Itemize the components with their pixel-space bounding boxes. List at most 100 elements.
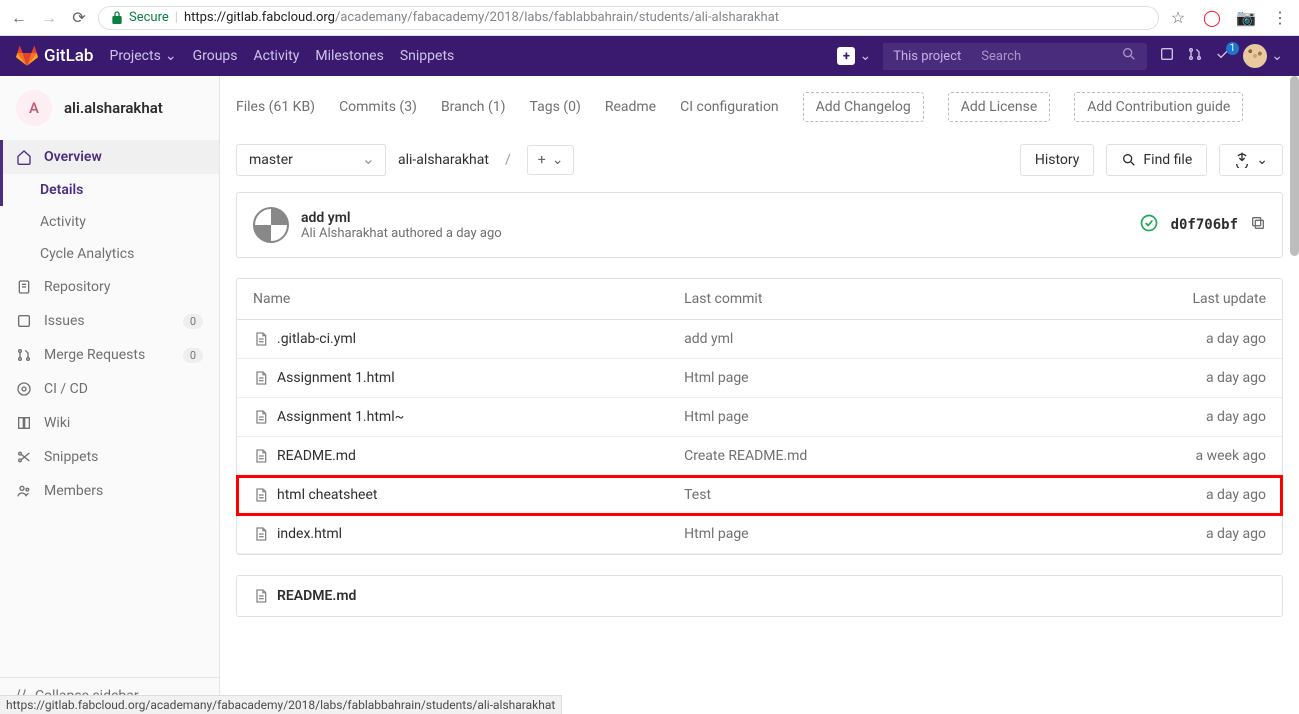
sidebar-project-header[interactable]: A ali.alsharakhat (0, 76, 219, 140)
sidebar-sub-details[interactable]: Details (0, 174, 219, 206)
last-commit-cell[interactable]: Html page (668, 515, 1033, 554)
user-menu[interactable]: ⌄ (1243, 44, 1283, 68)
chevron-down-icon: ⌄ (552, 152, 564, 168)
nav-groups[interactable]: Groups (193, 48, 238, 64)
pipeline-status-icon[interactable] (1139, 213, 1159, 238)
file-icon (253, 331, 269, 347)
last-commit-cell[interactable]: Test (668, 476, 1033, 515)
secure-indicator: Secure (109, 10, 169, 26)
sidebar-item-merge-requests[interactable]: Merge Requests 0 (0, 338, 219, 372)
file-name-cell[interactable]: Assignment 1.html~ (253, 409, 652, 425)
commit-sha[interactable]: d0f706bf (1171, 217, 1238, 233)
last-commit-cell[interactable]: Html page (668, 359, 1033, 398)
file-name-cell[interactable]: README.md (253, 448, 652, 464)
sidebar-sub-activity[interactable]: Activity (0, 206, 219, 238)
file-icon (253, 370, 269, 386)
scissors-icon (16, 449, 32, 465)
search-icon[interactable] (1111, 46, 1147, 66)
sidebar-item-cicd[interactable]: CI / CD (0, 372, 219, 406)
commit-title[interactable]: add yml (301, 210, 502, 226)
plus-icon: + (538, 152, 546, 168)
sidebar-item-label: Repository (44, 279, 110, 295)
scrollbar-thumb[interactable] (1290, 76, 1299, 256)
sidebar-item-members[interactable]: Members (0, 474, 219, 508)
download-dropdown[interactable]: ⌄ (1219, 144, 1283, 176)
merge-requests-icon[interactable] (1187, 46, 1203, 66)
tab-tags[interactable]: Tags (0) (530, 99, 581, 115)
find-file-button[interactable]: Find file (1106, 144, 1207, 176)
search-input[interactable] (971, 43, 1111, 70)
opera-extension-icon[interactable]: ◯ (1201, 7, 1223, 29)
sidebar-sub-cycle-analytics[interactable]: Cycle Analytics (0, 238, 219, 270)
sidebar-item-issues[interactable]: Issues 0 (0, 304, 219, 338)
readme-panel: README.md (236, 575, 1283, 617)
camera-icon[interactable]: 📷 (1235, 7, 1257, 29)
secure-label: Secure (129, 10, 169, 25)
forward-button[interactable]: → (38, 7, 60, 29)
add-license-button[interactable]: Add License (948, 92, 1050, 122)
download-icon (1234, 152, 1250, 168)
table-row[interactable]: .gitlab-ci.ymladd ymla day ago (237, 320, 1282, 359)
breadcrumb[interactable]: ali-alsharakhat (398, 152, 489, 168)
table-row[interactable]: Assignment 1.html~Html pagea day ago (237, 398, 1282, 437)
col-name: Name (237, 279, 668, 320)
table-row[interactable]: README.md Create README.mda week ago (237, 437, 1282, 476)
file-name-cell[interactable]: index.html (253, 526, 652, 542)
address-bar[interactable]: Secure | https://gitlab.fabcloud.org/aca… (98, 6, 1159, 30)
file-name-cell[interactable]: html cheatsheet (253, 487, 652, 503)
readme-header[interactable]: README.md (237, 576, 1282, 616)
last-commit-cell[interactable]: Html page (668, 398, 1033, 437)
sidebar-item-wiki[interactable]: Wiki (0, 406, 219, 440)
nav-snippets[interactable]: Snippets (400, 48, 454, 64)
tab-branch[interactable]: Branch (1) (441, 99, 506, 115)
add-file-dropdown[interactable]: +⌄ (527, 145, 575, 175)
last-commit-cell[interactable]: Create README.md (668, 437, 1033, 476)
tab-ci[interactable]: CI configuration (680, 99, 779, 115)
add-contribution-button[interactable]: Add Contribution guide (1074, 92, 1243, 122)
gitlab-navbar: GitLab Projects ⌄ Groups Activity Milest… (0, 36, 1299, 76)
chrome-menu-icon[interactable]: ⋮ (1269, 7, 1291, 29)
nav-projects[interactable]: Projects ⌄ (109, 48, 176, 64)
nav-activity[interactable]: Activity (254, 48, 300, 64)
last-commit-cell[interactable]: add yml (668, 320, 1033, 359)
sidebar-item-overview[interactable]: Overview (0, 140, 219, 174)
tab-commits[interactable]: Commits (3) (339, 99, 417, 115)
new-dropdown[interactable]: +⌄ (837, 47, 871, 65)
table-row[interactable]: html cheatsheetTesta day ago (237, 476, 1282, 515)
file-icon (253, 448, 269, 464)
sidebar: A ali.alsharakhat Overview Details Activ… (0, 76, 220, 714)
project-title: ali.alsharakhat (64, 99, 163, 117)
sidebar-item-label: Merge Requests (44, 347, 145, 363)
last-update-cell: a week ago (1034, 437, 1282, 476)
file-table: Name Last commit Last update .gitlab-ci.… (236, 278, 1283, 555)
gitlab-logo[interactable]: GitLab (16, 45, 93, 67)
copy-sha-button[interactable] (1250, 215, 1266, 235)
sidebar-nav: Overview Details Activity Cycle Analytic… (0, 140, 219, 677)
file-name-cell[interactable]: Assignment 1.html (253, 370, 652, 386)
file-icon (253, 588, 269, 604)
status-bar-url: https://gitlab.fabcloud.org/academany/fa… (0, 695, 562, 714)
commit-avatar (253, 207, 289, 243)
branch-select[interactable]: master (236, 144, 386, 176)
last-commit-box: add yml Ali Alsharakhat authored a day a… (236, 192, 1283, 258)
sidebar-item-repository[interactable]: Repository (0, 270, 219, 304)
this-project-button[interactable]: This project (883, 43, 971, 70)
search-container: This project (883, 43, 1147, 70)
reload-button[interactable]: ⟳ (68, 7, 90, 29)
commit-author-line: Ali Alsharakhat authored a day ago (301, 226, 502, 241)
history-button[interactable]: History (1020, 144, 1095, 176)
count-badge: 0 (183, 314, 203, 329)
star-icon[interactable]: ☆ (1167, 7, 1189, 29)
tab-files[interactable]: Files (61 KB) (236, 99, 315, 115)
sidebar-item-snippets[interactable]: Snippets (0, 440, 219, 474)
back-button[interactable]: ← (8, 7, 30, 29)
todos-icon[interactable]: 1 (1215, 46, 1231, 66)
nav-milestones[interactable]: Milestones (315, 48, 384, 64)
add-changelog-button[interactable]: Add Changelog (803, 92, 924, 122)
file-name-cell[interactable]: .gitlab-ci.yml (253, 331, 652, 347)
sidebar-item-label: Issues (44, 313, 85, 329)
table-row[interactable]: Assignment 1.htmlHtml pagea day ago (237, 359, 1282, 398)
table-row[interactable]: index.htmlHtml pagea day ago (237, 515, 1282, 554)
issues-icon[interactable] (1159, 46, 1175, 66)
tab-readme[interactable]: Readme (605, 99, 656, 115)
